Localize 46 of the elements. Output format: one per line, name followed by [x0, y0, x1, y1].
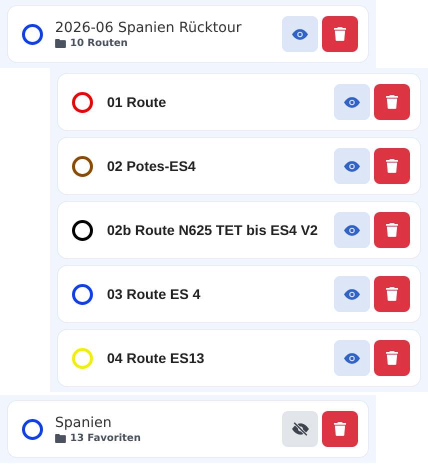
eye-icon [344, 224, 360, 236]
folder-title: 2026-06 Spanien Rücktour [55, 20, 242, 36]
visibility-button[interactable] [334, 84, 370, 120]
folder-title: Spanien [55, 414, 113, 430]
eye-icon [344, 96, 360, 108]
eye-slash-icon [292, 422, 308, 436]
trash-icon [334, 422, 346, 436]
trash-icon [386, 159, 398, 173]
eye-icon [344, 288, 360, 300]
route-card[interactable]: 04 Route ES13 [58, 330, 420, 386]
trash-icon [386, 351, 398, 365]
route-name: 03 Route ES 4 [107, 286, 202, 302]
eye-icon [344, 160, 360, 172]
delete-button[interactable] [374, 340, 410, 376]
visibility-button[interactable] [334, 148, 370, 184]
trash-icon [386, 223, 398, 237]
route-name: 02 Potes-ES4 [107, 158, 197, 174]
eye-icon [292, 28, 308, 40]
eye-icon [344, 352, 360, 364]
folder-icon [55, 38, 66, 48]
route-card[interactable]: 02 Potes-ES4 [58, 138, 420, 194]
delete-button[interactable] [374, 276, 410, 312]
route-name: 02b Route N625 TET bis ES4 V2 [107, 222, 319, 238]
trash-icon [386, 287, 398, 301]
visibility-button[interactable] [334, 276, 370, 312]
visibility-button[interactable] [334, 212, 370, 248]
route-name: 01 Route [107, 94, 168, 110]
delete-button[interactable] [374, 212, 410, 248]
folder-count: 10 Routen [70, 38, 128, 48]
visibility-button[interactable] [334, 340, 370, 376]
folder-card[interactable]: 2026-06 Spanien Rücktour 10 Routen [8, 6, 368, 62]
trash-icon [386, 95, 398, 109]
trash-icon [334, 27, 346, 41]
delete-button[interactable] [322, 411, 358, 447]
visibility-button[interactable] [282, 16, 318, 52]
route-name: 04 Route ES13 [107, 350, 206, 366]
folder-icon [55, 434, 66, 442]
route-card[interactable]: 01 Route [58, 74, 420, 130]
delete-button[interactable] [374, 84, 410, 120]
hidden-button[interactable] [282, 411, 318, 447]
folder-count: 13 Favoriten [70, 432, 141, 444]
delete-button[interactable] [322, 16, 358, 52]
delete-button[interactable] [374, 148, 410, 184]
route-card[interactable]: 03 Route ES 4 [58, 266, 420, 322]
route-card[interactable]: 02b Route N625 TET bis ES4 V2 [58, 202, 420, 258]
folder-card[interactable]: Spanien 13 Favoriten [8, 401, 368, 457]
